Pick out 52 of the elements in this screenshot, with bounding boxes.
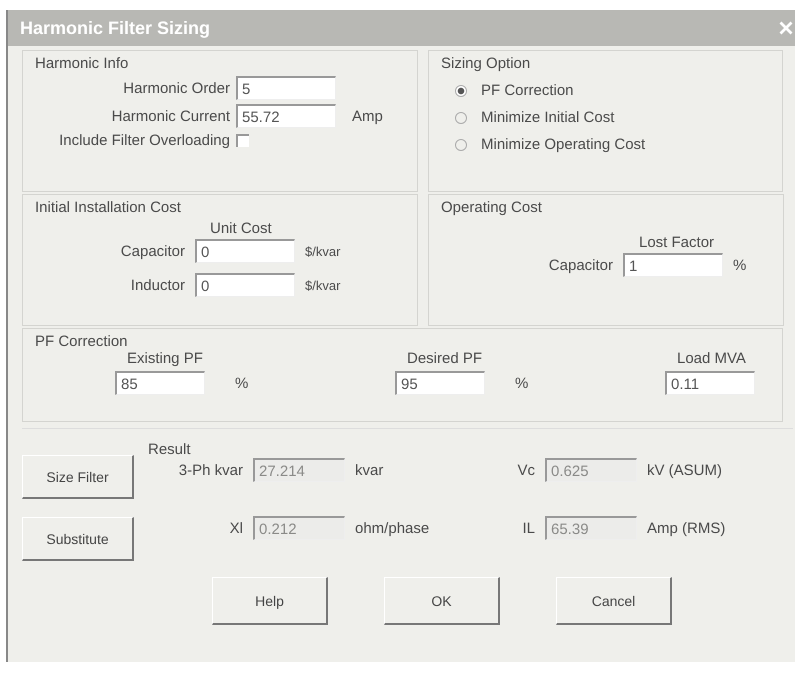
radio-button[interactable] xyxy=(455,112,467,124)
unit-label: kvar xyxy=(355,462,384,478)
field-label: Vc xyxy=(516,462,535,478)
field-label: IL xyxy=(521,520,535,536)
group-title: Harmonic Info xyxy=(35,55,130,72)
dialog-button[interactable]: Cancel xyxy=(556,577,672,625)
input-field[interactable]: 0 xyxy=(195,239,295,263)
field-label: 3-Ph kvar xyxy=(178,462,243,478)
dialog-button[interactable]: Help xyxy=(212,577,328,625)
radio-label: Minimize Operating Cost xyxy=(481,136,646,153)
input-field[interactable]: 0.11 xyxy=(665,371,755,395)
column-label: Lost Factor xyxy=(639,234,714,251)
unit-label: $/kvar xyxy=(305,244,342,258)
field-label: Desired PF xyxy=(406,350,484,367)
radio-button[interactable] xyxy=(455,84,467,96)
radio-button[interactable] xyxy=(455,138,467,150)
field-label: Existing PF xyxy=(126,350,204,367)
window-title: Harmonic Filter Sizing xyxy=(20,18,210,38)
field-label: Load MVA xyxy=(676,350,747,367)
column-label: Unit Cost xyxy=(210,220,272,237)
unit-label: ohm/phase xyxy=(355,520,430,536)
checkbox[interactable] xyxy=(236,134,249,147)
input-field[interactable]: 55.72 xyxy=(236,104,336,128)
field-label: Capacitor xyxy=(120,242,185,260)
group-title: Initial Installation Cost xyxy=(35,199,182,216)
action-button[interactable]: Size Filter xyxy=(22,455,134,499)
input-field[interactable]: 0 xyxy=(195,273,295,297)
action-button[interactable]: Substitute xyxy=(22,517,134,561)
unit-label: % xyxy=(235,374,248,392)
group-title: Operating Cost xyxy=(441,199,543,216)
radio-label: Minimize Initial Cost xyxy=(481,109,614,126)
checkbox-label: Include Filter Overloading xyxy=(58,132,230,149)
field-label: Capacitor xyxy=(548,256,613,274)
unit-label: Amp (RMS) xyxy=(647,520,726,536)
field-label: Xl xyxy=(228,520,243,536)
field-label: Harmonic Order xyxy=(122,80,230,96)
unit-label: $/kvar xyxy=(305,278,342,292)
field-label: Inductor xyxy=(130,276,185,294)
unit-label: % xyxy=(733,256,748,274)
group-title: PF Correction xyxy=(35,333,129,350)
input-field[interactable]: 95 xyxy=(395,371,485,395)
input-field[interactable]: 5 xyxy=(236,76,336,100)
group-title: Result xyxy=(148,441,192,458)
unit-label: kV (ASUM) xyxy=(647,462,723,478)
unit-label: Amp xyxy=(351,108,384,124)
unit-label: % xyxy=(515,374,528,392)
group-title: Sizing Option xyxy=(441,55,532,72)
input-field[interactable]: 1 xyxy=(623,253,723,277)
field-label: Harmonic Current xyxy=(110,108,230,124)
dialog-button[interactable]: OK xyxy=(384,577,500,625)
input-field[interactable]: 85 xyxy=(115,371,205,395)
radio-label: PF Correction xyxy=(481,82,574,99)
